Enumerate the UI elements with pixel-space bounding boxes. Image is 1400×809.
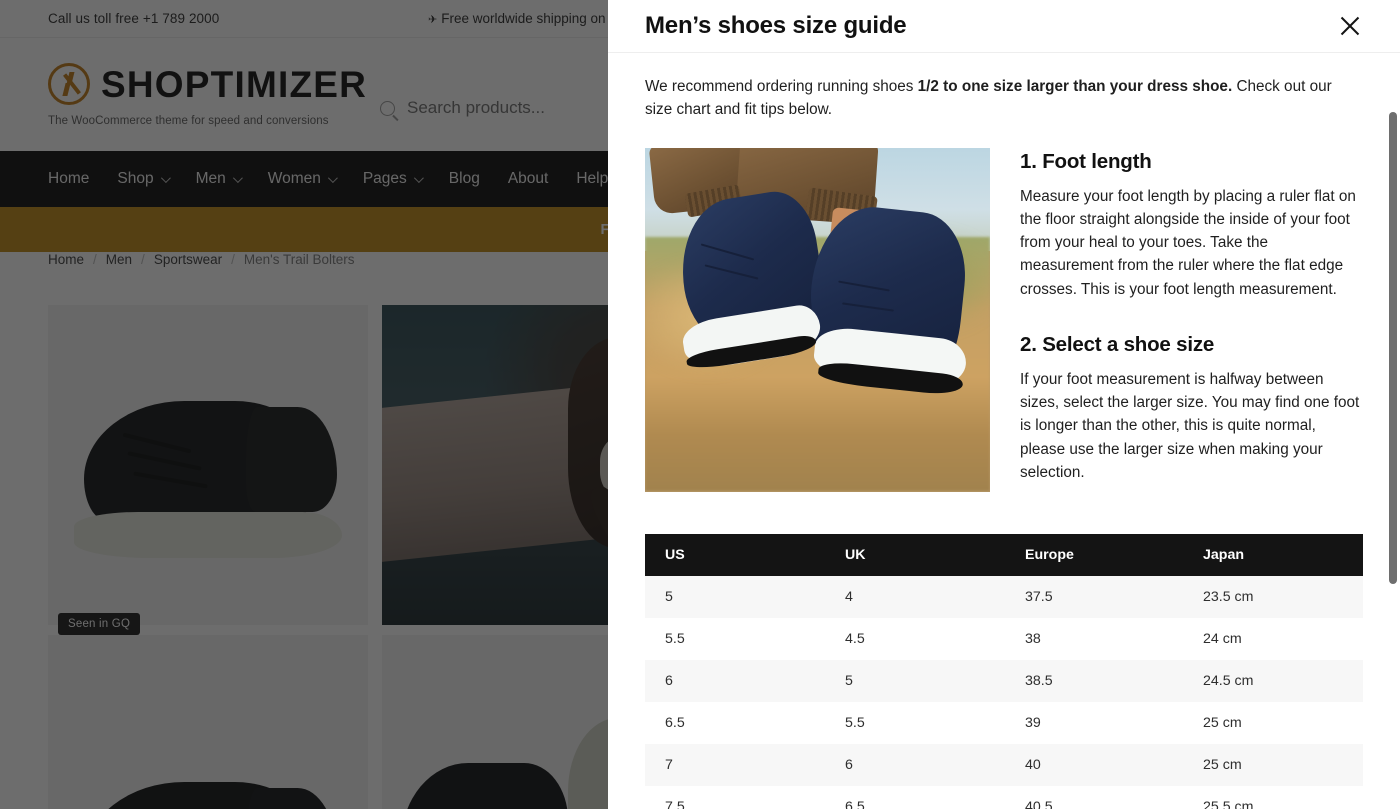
column-header-uk: UK	[825, 533, 1005, 576]
table-cell: 24.5 cm	[1183, 659, 1363, 702]
table-cell: 7.5	[645, 785, 825, 809]
section-body-foot-length: Measure your foot length by placing a ru…	[1020, 187, 1356, 298]
column-header-europe: Europe	[1005, 533, 1183, 576]
table-cell: 38.5	[1005, 659, 1183, 702]
intro-bold: 1/2 to one size larger than your dress s…	[917, 78, 1233, 95]
table-row: 6.5 5.5 39 25 cm	[645, 701, 1363, 744]
table-cell: 25 cm	[1183, 743, 1363, 786]
section-heading-foot-length: 1. Foot length	[1020, 149, 1152, 173]
modal-scrollbar[interactable]	[1386, 54, 1400, 809]
table-cell: 5.5	[645, 617, 825, 660]
guide-text-column: 1. Foot length Measure your foot length …	[1020, 148, 1360, 492]
table-cell: 5.5	[825, 701, 1005, 744]
intro-paragraph: We recommend ordering running shoes 1/2 …	[645, 75, 1360, 122]
size-guide-modal: Men’s shoes size guide We recommend orde…	[608, 0, 1400, 809]
table-header-row: US UK Europe Japan	[645, 533, 1363, 576]
table-cell: 24 cm	[1183, 617, 1363, 660]
table-cell: 39	[1005, 701, 1183, 744]
table-cell: 25.5 cm	[1183, 785, 1363, 809]
table-cell: 40.5	[1005, 785, 1183, 809]
table-row: 5 4 37.5 23.5 cm	[645, 575, 1363, 618]
section-body-select-size: If your foot measurement is halfway betw…	[1020, 370, 1360, 481]
table-cell: 40	[1005, 743, 1183, 786]
table-row: 6 5 38.5 24.5 cm	[645, 659, 1363, 702]
table-cell: 6.5	[645, 701, 825, 744]
table-cell: 6	[645, 659, 825, 702]
column-header-us: US	[645, 533, 825, 576]
modal-header: Men’s shoes size guide	[608, 0, 1400, 53]
table-cell: 4.5	[825, 617, 1005, 660]
table-cell: 25 cm	[1183, 701, 1363, 744]
page-title: Men’s shoes size guide	[645, 12, 907, 39]
close-icon[interactable]	[1336, 12, 1364, 40]
table-cell: 23.5 cm	[1183, 575, 1363, 618]
table-cell: 38	[1005, 617, 1183, 660]
size-chart-table: US UK Europe Japan 5 4 37.5 23.5 cm 5.5 4.5 38 24 …	[645, 533, 1363, 809]
modal-body: We recommend ordering running shoes 1/2 …	[608, 53, 1400, 809]
table-cell: 6	[825, 743, 1005, 786]
running-shoes-midair-photo	[645, 147, 990, 492]
table-row: 7 6 40 25 cm	[645, 743, 1363, 786]
table-cell: 37.5	[1005, 575, 1183, 618]
table-cell: 5	[645, 575, 825, 618]
guide-columns: 1. Foot length Measure your foot length …	[645, 147, 1360, 492]
table-cell: 4	[825, 575, 1005, 618]
section-heading-select-size: 2. Select a shoe size	[1020, 332, 1215, 356]
table-cell: 6.5	[825, 785, 1005, 809]
column-header-japan: Japan	[1183, 533, 1363, 576]
table-row: 5.5 4.5 38 24 cm	[645, 617, 1363, 660]
intro-before: We recommend ordering running shoes	[645, 78, 918, 95]
table-row: 7.5 6.5 40.5 25.5 cm	[645, 785, 1363, 809]
table-cell: 7	[645, 743, 825, 786]
table-cell: 5	[825, 659, 1005, 702]
modal-scrollbar-thumb[interactable]	[1389, 112, 1397, 584]
